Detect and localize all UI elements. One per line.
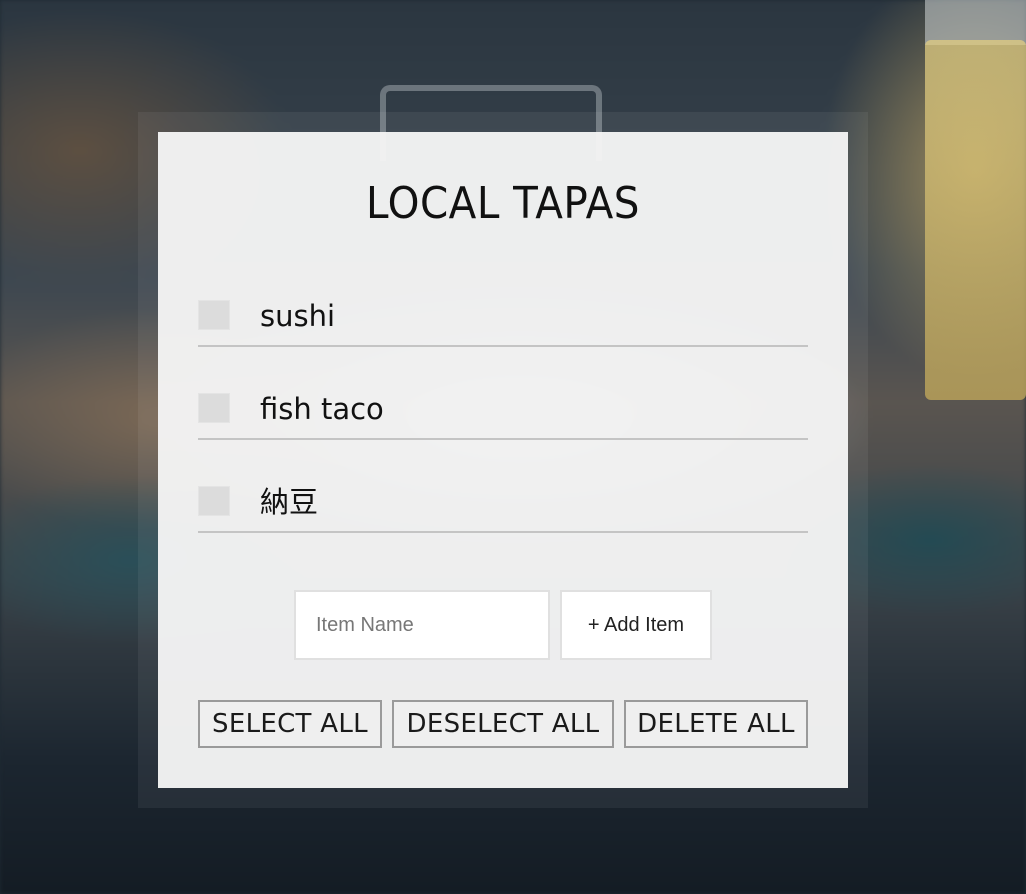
- item-label: sushi: [260, 299, 336, 333]
- item-label: fish taco: [260, 392, 384, 426]
- list-item: sushi: [198, 254, 808, 347]
- item-checkbox[interactable]: [198, 393, 230, 423]
- item-checkbox[interactable]: [198, 300, 230, 330]
- background-jar: [925, 40, 1026, 400]
- item-name-input[interactable]: [294, 590, 550, 660]
- add-item-button[interactable]: + Add Item: [560, 590, 712, 660]
- page-title: LOCAL TAPAS: [366, 178, 640, 229]
- select-all-button[interactable]: SELECT ALL: [198, 700, 382, 748]
- delete-all-button[interactable]: DELETE ALL: [624, 700, 808, 748]
- list-item: fish taco: [198, 347, 808, 440]
- todo-card: LOCAL TAPAS sushi fish taco 納豆 + Add Ite…: [158, 132, 848, 788]
- deselect-all-button[interactable]: DESELECT ALL: [392, 700, 614, 748]
- item-list: sushi fish taco 納豆: [198, 254, 808, 533]
- item-label: 納豆: [260, 485, 319, 519]
- background-jar-lid: [925, 0, 1026, 45]
- item-checkbox[interactable]: [198, 486, 230, 516]
- list-item: 納豆: [198, 440, 808, 533]
